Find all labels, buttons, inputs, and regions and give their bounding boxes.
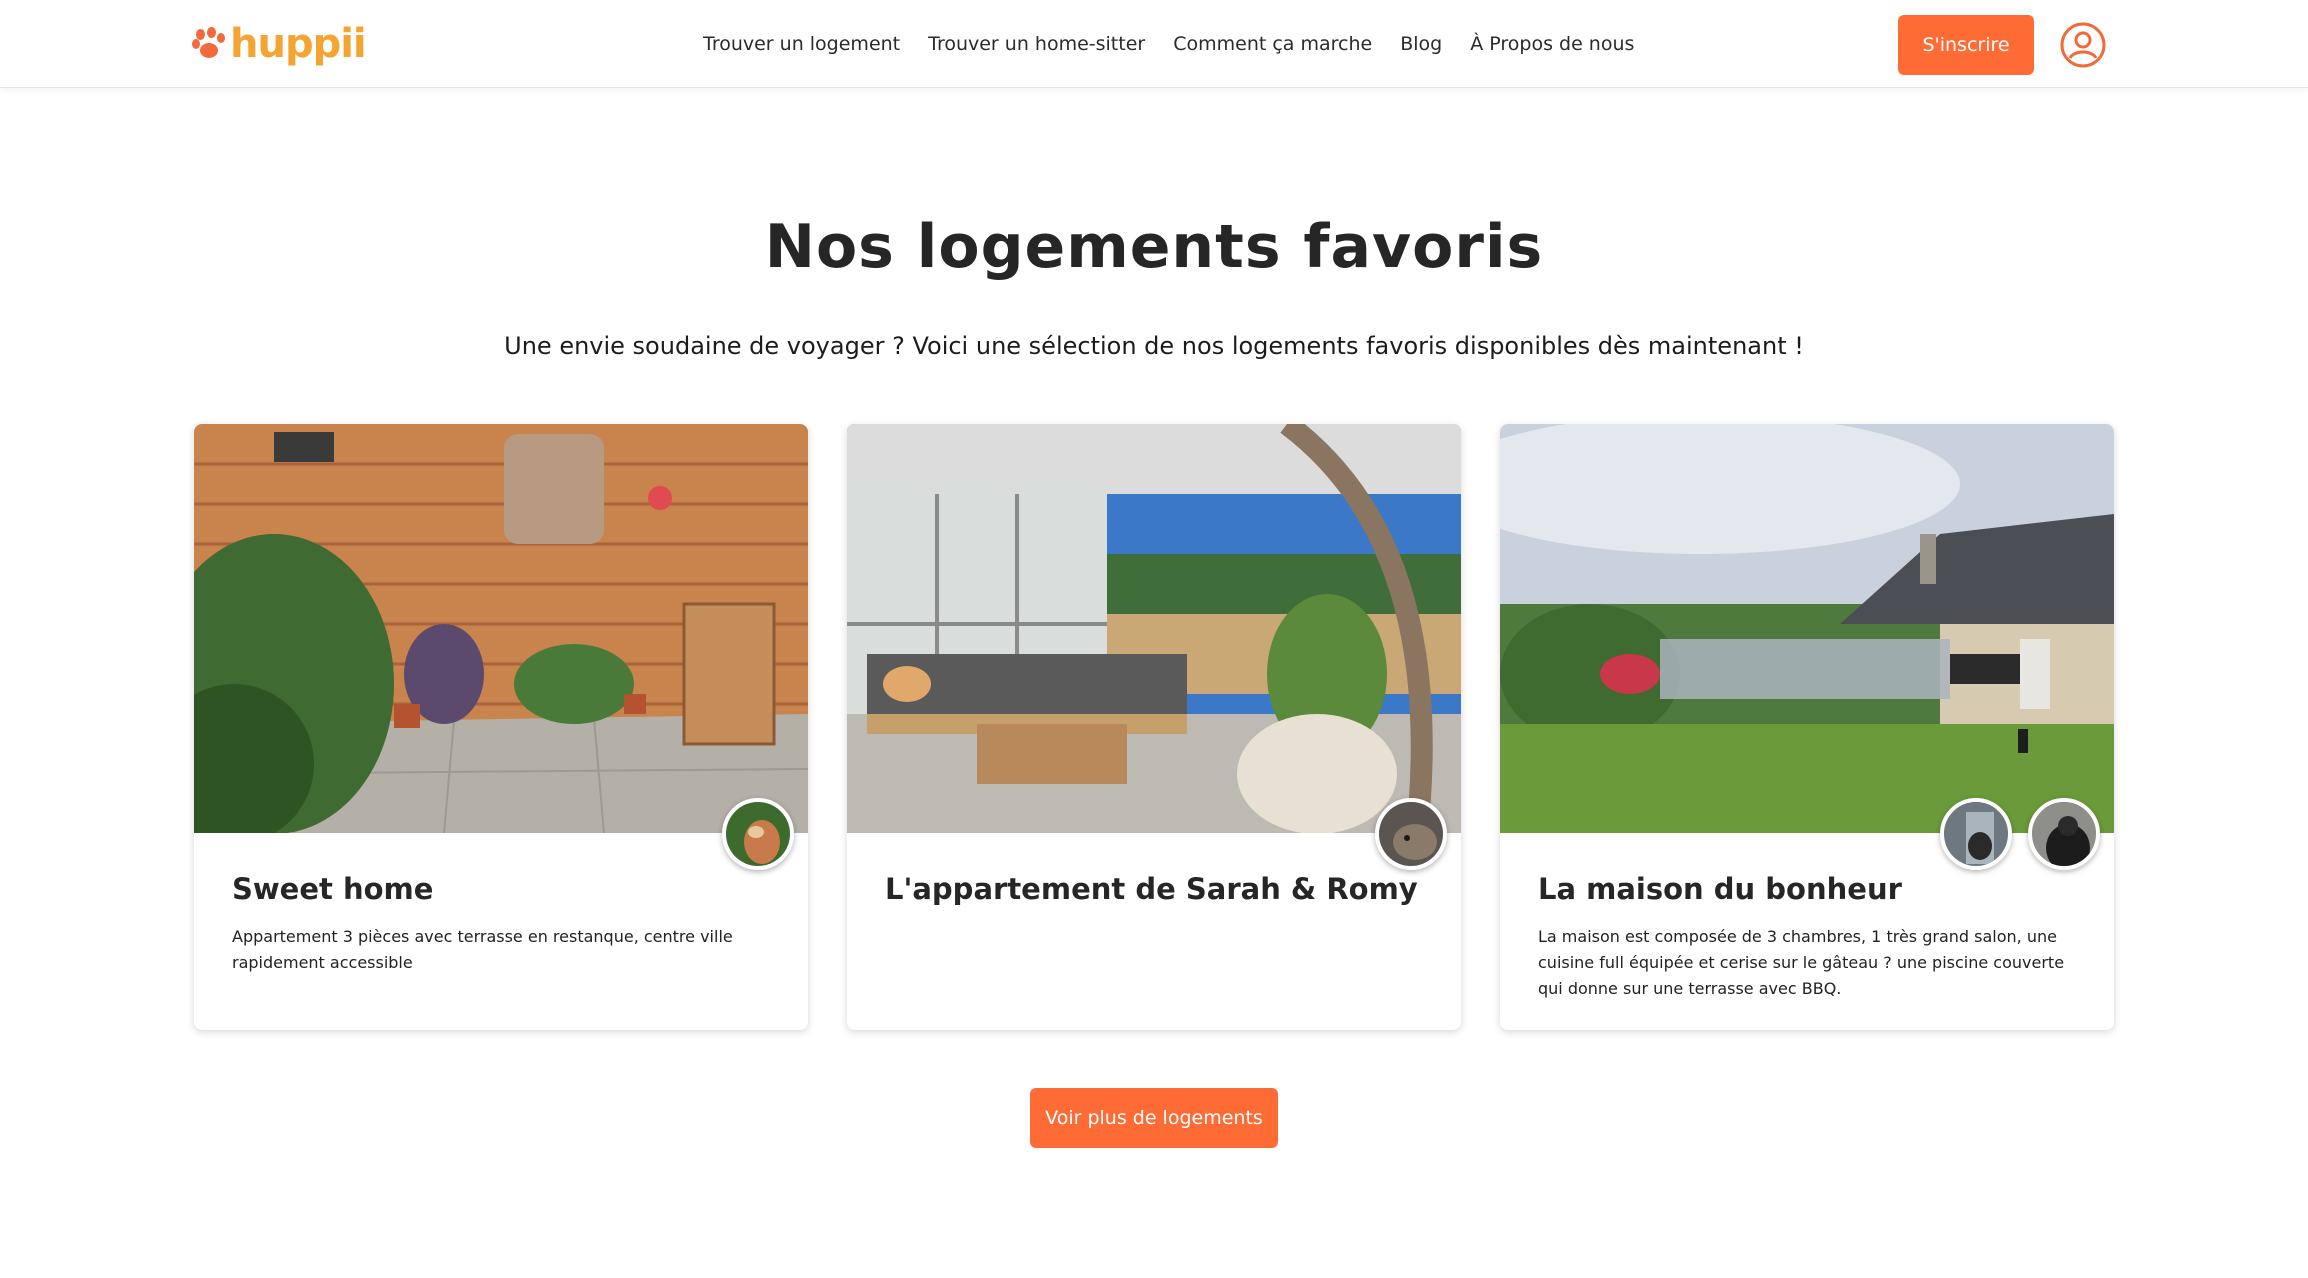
listing-cards: Sweet home Appartement 3 pièces avec ter… (194, 424, 2114, 1030)
listing-photo[interactable] (1500, 424, 2114, 833)
listing-title[interactable]: La maison du bonheur (1538, 872, 1902, 906)
host-avatar[interactable] (2028, 798, 2100, 870)
nav-find-homesitter[interactable]: Trouver un home-sitter (928, 28, 1145, 60)
site-header: huppii Trouver un logement Trouver un ho… (0, 0, 2308, 88)
listing-photo[interactable] (194, 424, 808, 833)
listing-card[interactable]: La maison du bonheur La maison est compo… (1500, 424, 2114, 1030)
signup-button[interactable]: S'inscrire (1898, 15, 2034, 75)
listing-title[interactable]: Sweet home (232, 872, 433, 906)
host-avatar[interactable] (1940, 798, 2012, 870)
nav-blog[interactable]: Blog (1400, 28, 1442, 60)
section-subtitle: Une envie soudaine de voyager ? Voici un… (504, 332, 1804, 360)
logo-text: huppii (230, 21, 367, 67)
nav-about[interactable]: À Propos de nous (1470, 28, 1634, 60)
listing-card[interactable]: Sweet home Appartement 3 pièces avec ter… (194, 424, 808, 1030)
logo[interactable]: huppii (192, 21, 367, 67)
host-avatar[interactable] (1375, 798, 1447, 870)
host-avatar[interactable] (722, 798, 794, 870)
user-circle-icon[interactable] (2060, 22, 2106, 68)
see-more-listings-button[interactable]: Voir plus de logements (1030, 1088, 1278, 1148)
nav-how-it-works[interactable]: Comment ça marche (1173, 28, 1372, 60)
listing-card[interactable]: L'appartement de Sarah & Romy (847, 424, 1461, 1030)
listing-description: Appartement 3 pièces avec terrasse en re… (232, 927, 733, 972)
section-title: Nos logements favoris (764, 212, 1544, 282)
nav-find-housing[interactable]: Trouver un logement (703, 28, 900, 60)
listing-photo[interactable] (847, 424, 1461, 833)
listing-description: La maison est composée de 3 chambres, 1 … (1538, 927, 2065, 998)
main-nav: Trouver un logement Trouver un home-sitt… (703, 28, 1634, 60)
listing-title[interactable]: L'appartement de Sarah & Romy (885, 872, 1418, 906)
paw-icon (192, 27, 226, 61)
